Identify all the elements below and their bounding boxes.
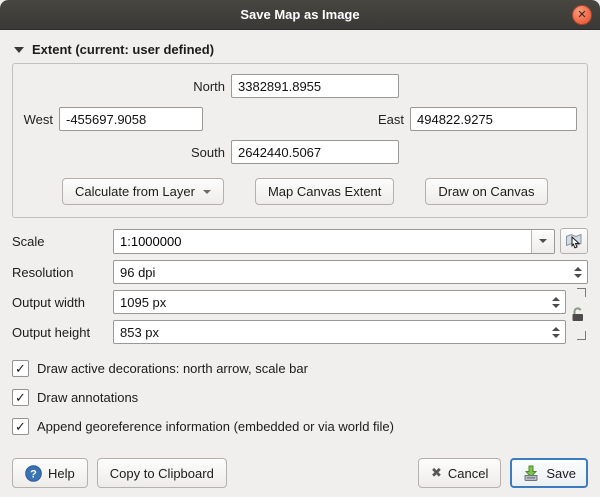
scale-dropdown-button[interactable] <box>531 230 554 253</box>
draw-decorations-checkbox[interactable]: ✓ <box>12 360 29 377</box>
extent-group-box: North West East South Calculate fro <box>12 63 588 218</box>
svg-text:?: ? <box>30 468 37 480</box>
append-georeference-label: Append georeference information (embedde… <box>37 419 394 434</box>
checkmark-icon: ✓ <box>15 391 26 404</box>
north-label: North <box>23 79 231 94</box>
save-label: Save <box>546 466 576 481</box>
lock-bracket-top <box>577 288 586 297</box>
help-button[interactable]: ? Help <box>12 458 88 488</box>
output-width-row: Output width <box>12 290 566 314</box>
spin-down-icon <box>574 274 582 278</box>
output-width-spinbox[interactable] <box>113 290 566 314</box>
output-width-input[interactable] <box>113 290 566 314</box>
chevron-down-icon <box>539 239 547 243</box>
draw-on-canvas-label: Draw on Canvas <box>438 184 534 199</box>
spin-up-icon <box>552 297 560 301</box>
draw-decorations-label: Draw active decorations: north arrow, sc… <box>37 361 308 376</box>
output-height-row: Output height <box>12 320 566 344</box>
close-icon: ✕ <box>577 10 586 21</box>
west-label: West <box>23 112 59 127</box>
dialog-button-box: ? Help Copy to Clipboard ✖ Cancel Save <box>12 458 588 497</box>
collapse-triangle-icon <box>14 47 24 53</box>
scale-combobox[interactable] <box>113 229 555 254</box>
help-label: Help <box>48 466 75 481</box>
east-group: East <box>378 107 577 131</box>
draw-annotations-label: Draw annotations <box>37 390 138 405</box>
output-width-spin-arrows[interactable] <box>552 290 560 314</box>
spin-up-icon <box>574 267 582 271</box>
extent-buttons-row: Calculate from Layer Map Canvas Extent D… <box>23 178 577 205</box>
close-button[interactable]: ✕ <box>572 5 592 25</box>
south-input[interactable] <box>231 140 399 164</box>
west-input[interactable] <box>59 107 203 131</box>
spin-up-icon <box>552 327 560 331</box>
copy-to-clipboard-label: Copy to Clipboard <box>110 466 214 481</box>
resolution-spin-arrows[interactable] <box>574 260 582 284</box>
resolution-row: Resolution <box>12 260 588 284</box>
scale-input[interactable] <box>114 230 531 253</box>
extent-north-row: North <box>23 74 577 98</box>
append-georeference-option[interactable]: ✓ Append georeference information (embed… <box>12 418 588 435</box>
cancel-label: Cancel <box>448 466 488 481</box>
spin-down-icon <box>552 334 560 338</box>
help-question-icon: ? <box>25 465 42 482</box>
map-canvas-extent-button[interactable]: Map Canvas Extent <box>255 178 394 205</box>
lock-bracket-bottom <box>577 331 586 340</box>
output-height-spinbox[interactable] <box>113 320 566 344</box>
append-georeference-checkbox[interactable]: ✓ <box>12 418 29 435</box>
cancel-button[interactable]: ✖ Cancel <box>418 458 501 488</box>
output-height-spin-arrows[interactable] <box>552 320 560 344</box>
west-group: West <box>23 107 203 131</box>
scale-label: Scale <box>12 234 113 249</box>
save-icon <box>522 464 540 482</box>
aspect-ratio-lock[interactable] <box>570 288 586 340</box>
east-label: East <box>378 112 410 127</box>
dialog-content: Extent (current: user defined) North Wes… <box>0 30 600 497</box>
draw-annotations-checkbox[interactable]: ✓ <box>12 389 29 406</box>
draw-on-canvas-button[interactable]: Draw on Canvas <box>425 178 547 205</box>
unlocked-padlock-icon <box>571 306 585 322</box>
draw-annotations-option[interactable]: ✓ Draw annotations <box>12 389 588 406</box>
map-canvas-extent-label: Map Canvas Extent <box>268 184 381 199</box>
checkmark-icon: ✓ <box>15 420 26 433</box>
resolution-label: Resolution <box>12 265 113 280</box>
extent-group-header[interactable]: Extent (current: user defined) <box>14 42 588 57</box>
output-size-section: Output width Output height <box>12 284 588 344</box>
calculate-from-layer-label: Calculate from Layer <box>75 184 195 199</box>
output-height-input[interactable] <box>113 320 566 344</box>
extent-west-east-row: West East <box>23 107 577 131</box>
extent-group-title: Extent (current: user defined) <box>32 42 214 57</box>
copy-to-clipboard-button[interactable]: Copy to Clipboard <box>97 458 227 488</box>
output-height-label: Output height <box>12 325 113 340</box>
output-width-label: Output width <box>12 295 113 310</box>
set-scale-from-canvas-button[interactable] <box>560 228 588 254</box>
draw-decorations-option[interactable]: ✓ Draw active decorations: north arrow, … <box>12 360 588 377</box>
title-bar: Save Map as Image ✕ <box>0 0 600 30</box>
cancel-x-icon: ✖ <box>431 465 442 481</box>
extent-south-row: South <box>23 140 577 164</box>
save-button[interactable]: Save <box>510 458 588 488</box>
resolution-input[interactable] <box>113 260 588 284</box>
checkmark-icon: ✓ <box>15 362 26 375</box>
scale-row: Scale <box>12 228 588 254</box>
spin-down-icon <box>552 304 560 308</box>
map-cursor-icon <box>565 232 583 250</box>
east-input[interactable] <box>410 107 577 131</box>
calculate-from-layer-button[interactable]: Calculate from Layer <box>62 178 224 205</box>
resolution-spinbox[interactable] <box>113 260 588 284</box>
save-map-as-image-dialog: Save Map as Image ✕ Extent (current: use… <box>0 0 600 497</box>
north-input[interactable] <box>231 74 399 98</box>
window-title: Save Map as Image <box>240 7 359 22</box>
dropdown-arrow-icon <box>203 190 211 194</box>
south-label: South <box>23 145 231 160</box>
